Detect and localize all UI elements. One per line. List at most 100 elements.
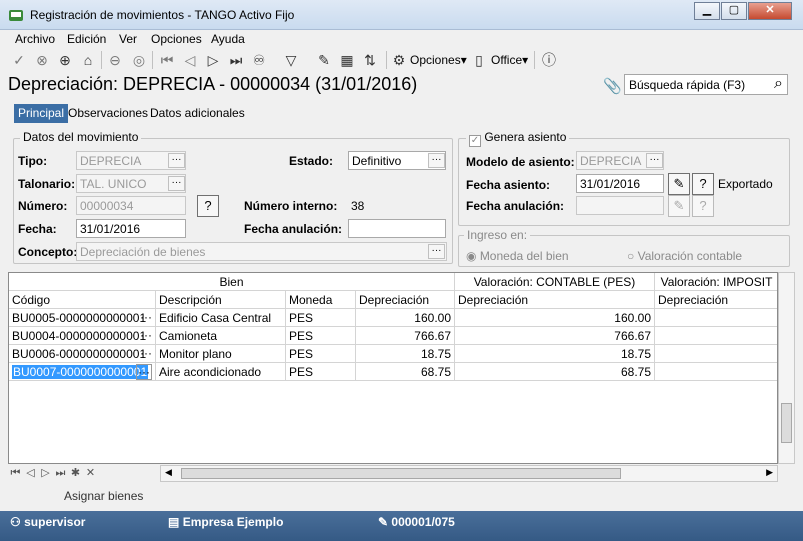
menu-ayuda[interactable]: Ayuda <box>211 32 245 46</box>
view-icon[interactable]: ◎ <box>130 51 148 69</box>
last-record-icon[interactable]: ⏭ <box>53 467 68 480</box>
assign-bienes-button[interactable]: Asignar bienes <box>64 489 143 503</box>
menu-edicion[interactable]: Edición <box>67 32 106 46</box>
filter-icon[interactable]: ▽ <box>282 51 300 69</box>
table-cell-dep-imposit[interactable] <box>655 309 777 327</box>
fecha-anulacion-field[interactable] <box>348 219 446 238</box>
column-header-depreciacion-imposit[interactable]: Depreciación <box>655 291 777 309</box>
help-icon[interactable]: ? <box>692 195 714 217</box>
table-cell-codigo[interactable]: BU0004-0000000000001 ··· <box>9 327 156 345</box>
numero-field[interactable]: 00000034 <box>76 196 186 215</box>
table-cell-depreciacion[interactable]: 160.00 <box>356 309 455 327</box>
vertical-scrollbar[interactable] <box>778 272 795 464</box>
scroll-right-icon[interactable]: ▶ <box>766 467 773 478</box>
close-button[interactable]: ✕ <box>748 2 792 20</box>
column-group-contable: Valoración: CONTABLE (PES) <box>455 273 655 291</box>
table-cell-codigo[interactable]: BU0007-0000000000001 ··· <box>9 363 156 381</box>
search-input[interactable]: Búsqueda rápida (F3) ⌕ <box>624 74 788 95</box>
estado-browse-button[interactable]: ··· <box>428 153 445 168</box>
cancel-icon[interactable]: ⊗ <box>33 51 51 69</box>
table-cell-descripcion[interactable]: Camioneta <box>156 327 286 345</box>
table-cell-descripcion[interactable]: Monitor plano <box>156 345 286 363</box>
table-cell-dep-imposit[interactable] <box>655 327 777 345</box>
scroll-left-icon[interactable]: ◀ <box>165 467 172 478</box>
table-cell-moneda[interactable]: PES <box>286 363 356 381</box>
table-cell-dep-contable[interactable]: 18.75 <box>455 345 655 363</box>
help-icon[interactable]: ⓘ <box>540 51 558 69</box>
table-cell-codigo[interactable]: BU0006-0000000000001 ··· <box>9 345 156 363</box>
tipo-browse-button[interactable]: ··· <box>168 153 185 168</box>
prev-record-icon[interactable]: ◁ <box>23 466 38 479</box>
help-icon[interactable]: ? <box>197 195 219 217</box>
genera-asiento-checkbox[interactable]: ✓ <box>469 135 481 147</box>
column-header-depreciacion[interactable]: Depreciación <box>356 291 455 309</box>
concepto-field[interactable]: Depreciación de bienes <box>76 242 447 261</box>
table-cell-descripcion[interactable]: Edificio Casa Central <box>156 309 286 327</box>
office-icon[interactable]: ▯ <box>470 51 488 69</box>
column-header-codigo[interactable]: Código <box>9 291 156 309</box>
last-icon[interactable]: ⏭ <box>227 51 245 69</box>
table-cell-depreciacion[interactable]: 766.67 <box>356 327 455 345</box>
home-icon[interactable]: ⌂ <box>79 51 97 69</box>
table-cell-dep-contable[interactable]: 160.00 <box>455 309 655 327</box>
concepto-browse-button[interactable]: ··· <box>428 244 445 259</box>
opciones-dropdown[interactable]: Opciones▾ <box>410 53 467 67</box>
table-cell-moneda[interactable]: PES <box>286 345 356 363</box>
table-cell-dep-contable[interactable]: 766.67 <box>455 327 655 345</box>
radio-valoracion-contable[interactable]: ○ Valoración contable <box>627 249 742 263</box>
table-cell-depreciacion[interactable]: 68.75 <box>356 363 455 381</box>
help-icon[interactable]: ? <box>692 173 714 195</box>
modelo-browse-button[interactable]: ··· <box>646 153 663 168</box>
talonario-browse-button[interactable]: ··· <box>168 176 185 191</box>
check-icon[interactable]: ✓ <box>10 51 28 69</box>
table-cell-dep-contable[interactable]: 68.75 <box>455 363 655 381</box>
first-icon[interactable]: ⏮ <box>158 51 176 69</box>
prev-icon[interactable]: ◁ <box>181 51 199 69</box>
office-dropdown[interactable]: Office▾ <box>491 53 528 67</box>
remove-icon[interactable]: ⊖ <box>106 51 124 69</box>
table-cell-codigo[interactable]: BU0005-0000000000001 ··· <box>9 309 156 327</box>
paperclip-icon[interactable]: 📎 <box>603 77 622 95</box>
first-record-icon[interactable]: ⏮ <box>8 467 23 480</box>
tab-datos-adicionales[interactable]: Datos adicionales <box>146 104 249 123</box>
scrollbar-thumb[interactable] <box>181 468 621 479</box>
horizontal-scrollbar[interactable]: ◀ ▶ <box>160 465 778 482</box>
delete-record-icon[interactable]: ✕ <box>83 466 98 479</box>
column-header-depreciacion-contable[interactable]: Depreciación <box>455 291 655 309</box>
table-cell-dep-imposit[interactable] <box>655 363 777 381</box>
column-header-descripcion[interactable]: Descripción <box>156 291 286 309</box>
tab-observaciones[interactable]: Observaciones <box>64 104 152 123</box>
minimize-button[interactable]: ▁ <box>694 2 720 20</box>
table-cell-depreciacion[interactable]: 18.75 <box>356 345 455 363</box>
tab-principal[interactable]: Principal <box>14 104 69 123</box>
next-record-icon[interactable]: ▷ <box>38 466 53 479</box>
sort-icon[interactable]: ⇅ <box>361 51 379 69</box>
maximize-button[interactable]: ▢ <box>721 2 747 20</box>
table-cell-dep-imposit[interactable] <box>655 345 777 363</box>
table-cell-moneda[interactable]: PES <box>286 309 356 327</box>
search-placeholder: Búsqueda rápida (F3) <box>629 78 746 92</box>
table-cell-descripcion[interactable]: Aire acondicionado <box>156 363 286 381</box>
radio-moneda-bien[interactable]: ◉ Moneda del bien <box>466 249 569 263</box>
add-icon[interactable]: ⊕ <box>56 51 74 69</box>
edit-asiento-icon[interactable]: ✎ <box>668 173 690 195</box>
menu-ver[interactable]: Ver <box>119 32 137 46</box>
fecha-asiento-field[interactable]: 31/01/2016 <box>576 174 664 193</box>
insert-record-icon[interactable]: ✱ <box>68 466 83 479</box>
edit-anulacion-icon[interactable]: ✎ <box>668 195 690 217</box>
binoculars-icon[interactable]: ♾ <box>250 51 268 69</box>
scrollbar-thumb[interactable] <box>781 403 792 443</box>
search-icon[interactable]: ⌕ <box>774 75 783 93</box>
next-icon[interactable]: ▷ <box>204 51 222 69</box>
movimientos-grid: Bien Valoración: CONTABLE (PES) Valoraci… <box>8 272 778 464</box>
edit-icon[interactable]: ✎ <box>315 51 333 69</box>
asiento-group-title[interactable]: ✓ Genera asiento <box>466 130 570 147</box>
menu-archivo[interactable]: Archivo <box>15 32 55 46</box>
table-cell-moneda[interactable]: PES <box>286 327 356 345</box>
grid-icon[interactable]: ▦ <box>338 51 356 69</box>
fecha-field[interactable]: 31/01/2016 <box>76 219 186 238</box>
menu-opciones[interactable]: Opciones <box>151 32 202 46</box>
column-header-moneda[interactable]: Moneda <box>286 291 356 309</box>
asiento-anulacion-field[interactable] <box>576 196 664 215</box>
gear-icon[interactable]: ⚙ <box>390 51 408 69</box>
